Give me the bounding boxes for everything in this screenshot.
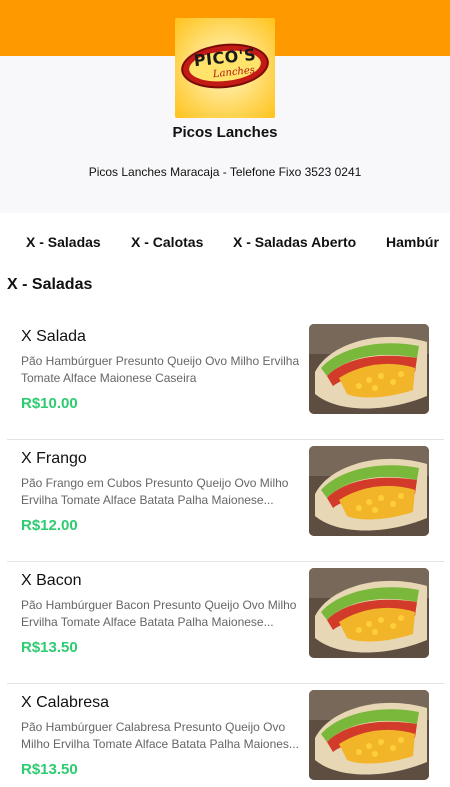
- burger-wrap-photo[interactable]: [309, 568, 429, 658]
- item-price: R$13.50: [21, 761, 78, 778]
- section-title: X - Saladas: [7, 276, 93, 293]
- item-price: R$12.00: [21, 517, 78, 534]
- tab-x-calotas[interactable]: X - Calotas: [131, 234, 203, 250]
- menu-item[interactable]: X Bacon Pão Hambúrguer Bacon Presunto Qu…: [7, 562, 444, 684]
- burger-wrap-photo[interactable]: [309, 690, 429, 780]
- store-logo: PICO'S Lanches: [175, 18, 275, 118]
- item-description: Pão Hambúrguer Calabresa Presunto Queijo…: [21, 720, 299, 751]
- item-name: X Frango: [21, 450, 87, 467]
- menu-item[interactable]: X Frango Pão Frango em Cubos Presunto Qu…: [7, 440, 444, 562]
- item-name: X Salada: [21, 328, 86, 345]
- item-name: X Calabresa: [21, 694, 110, 711]
- item-name: X Bacon: [21, 572, 82, 589]
- category-tabs: X - Saladas X - Calotas X - Saladas Aber…: [0, 230, 450, 256]
- item-description: Pão Hambúrguer Presunto Queijo Ovo Milho…: [21, 354, 300, 385]
- item-price: R$10.00: [21, 395, 78, 412]
- item-description: Pão Frango em Cubos Presunto Queijo Ovo …: [21, 476, 289, 507]
- burger-wrap-photo[interactable]: [309, 324, 429, 414]
- tab-x-saladas-aberto[interactable]: X - Saladas Aberto: [233, 234, 356, 250]
- menu-item[interactable]: X Salada Pão Hambúrguer Presunto Queijo …: [7, 318, 444, 440]
- tab-x-saladas[interactable]: X - Saladas: [26, 234, 101, 250]
- menu-item[interactable]: X Calabresa Pão Hambúrguer Calabresa Pre…: [7, 684, 444, 787]
- burger-wrap-photo[interactable]: [309, 446, 429, 536]
- tab-hamburguer[interactable]: Hambúr: [386, 234, 439, 250]
- store-info: Picos Lanches Maracaja - Telefone Fixo 3…: [88, 165, 362, 179]
- item-price: R$13.50: [21, 639, 78, 656]
- store-name: Picos Lanches: [172, 124, 278, 141]
- item-description: Pão Hambúrguer Bacon Presunto Queijo Ovo…: [21, 598, 297, 629]
